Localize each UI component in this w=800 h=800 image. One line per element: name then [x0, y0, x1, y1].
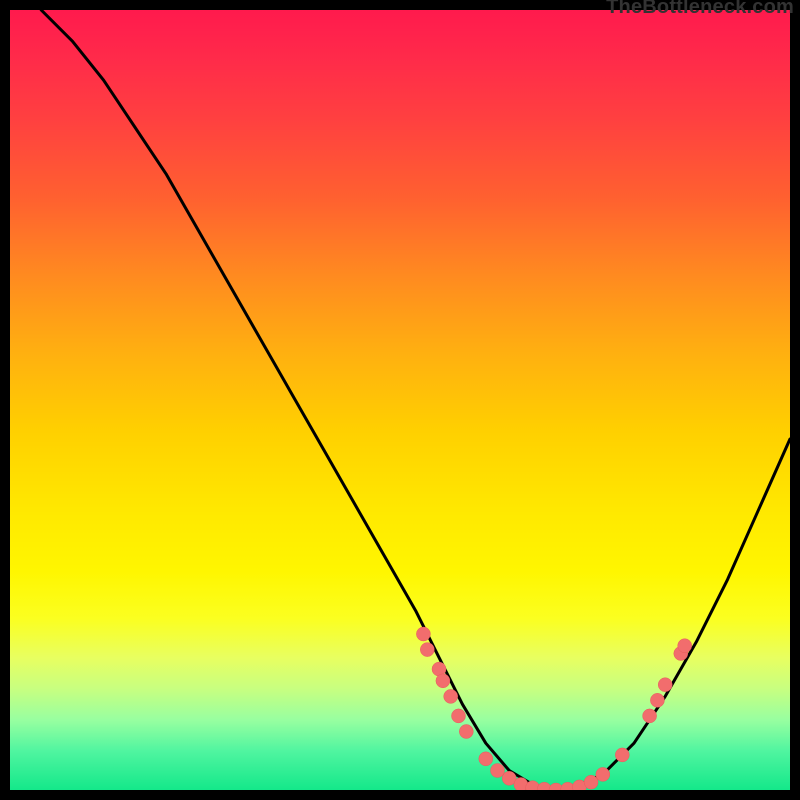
data-point: [596, 767, 610, 781]
data-point: [479, 752, 493, 766]
chart-frame: [10, 10, 790, 790]
data-point: [444, 689, 458, 703]
data-point: [436, 674, 450, 688]
data-point: [643, 709, 657, 723]
chart-svg: [10, 10, 790, 790]
watermark-text: TheBottleneck.com: [606, 0, 794, 19]
data-point: [416, 627, 430, 641]
data-point: [491, 764, 505, 778]
data-point: [459, 725, 473, 739]
data-point: [615, 748, 629, 762]
data-point: [584, 775, 598, 789]
data-points: [416, 627, 691, 790]
data-point: [452, 709, 466, 723]
bottleneck-curve: [41, 10, 790, 790]
data-point: [658, 678, 672, 692]
data-point: [678, 639, 692, 653]
data-point: [650, 693, 664, 707]
data-point: [420, 643, 434, 657]
